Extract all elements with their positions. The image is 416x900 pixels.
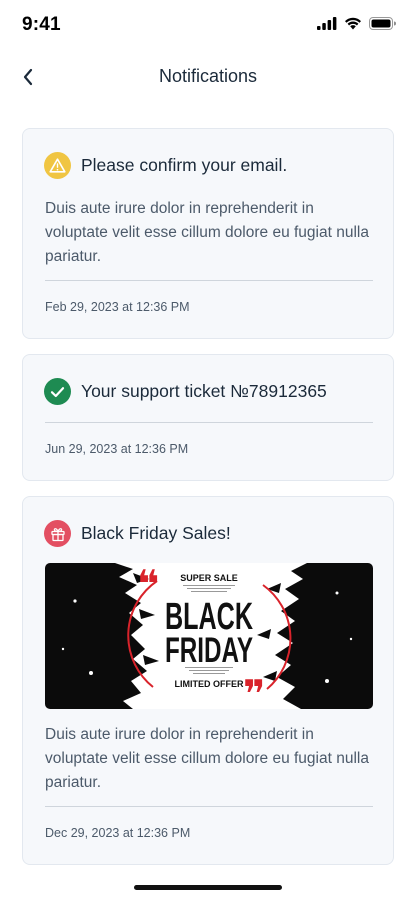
notification-card-black-friday[interactable]: Black Friday Sales! ❝ ❞ SUPER SALE BLACK… <box>22 496 394 865</box>
svg-text:❝: ❝ <box>137 563 159 606</box>
banner-bottom-line: LIMITED OFFER <box>175 679 244 689</box>
wifi-icon <box>345 17 361 30</box>
notification-title: Black Friday Sales! <box>81 523 231 543</box>
status-bar: 9:41 <box>0 0 416 50</box>
notification-header: Black Friday Sales! <box>44 520 231 547</box>
divider <box>45 422 373 423</box>
check-circle-icon <box>44 378 71 405</box>
warning-icon <box>44 152 71 179</box>
gift-icon <box>44 520 71 547</box>
status-icons <box>317 17 396 30</box>
banner-line-2: FRIDAY <box>165 631 253 670</box>
svg-text:❞: ❞ <box>243 672 265 709</box>
notification-timestamp: Feb 29, 2023 at 12:36 PM <box>45 300 190 314</box>
cellular-signal-icon <box>317 17 337 30</box>
notification-title: Please confirm your email. <box>81 155 288 175</box>
notification-body: Duis aute irure dolor in reprehenderit i… <box>45 726 369 791</box>
divider <box>45 806 373 807</box>
notification-card-support-ticket[interactable]: Your support ticket №78912365 Jun 29, 20… <box>22 354 394 481</box>
notification-header: Your support ticket №78912365 <box>44 378 327 405</box>
promo-banner-image[interactable]: ❝ ❞ SUPER SALE BLACK FRIDAY LIMITED OFFE… <box>45 563 373 709</box>
notification-title: Your support ticket №78912365 <box>81 381 327 401</box>
nav-bar: Notifications <box>0 55 416 99</box>
notification-body: Duis aute irure dolor in reprehenderit i… <box>45 200 369 265</box>
divider <box>45 280 373 281</box>
notification-header: Please confirm your email. <box>44 152 287 179</box>
page-title: Notifications <box>158 66 258 86</box>
notification-timestamp: Jun 29, 2023 at 12:36 PM <box>45 442 189 456</box>
notification-timestamp: Dec 29, 2023 at 12:36 PM <box>45 826 191 840</box>
status-time: 9:41 <box>22 14 61 35</box>
home-indicator[interactable] <box>134 885 282 890</box>
battery-icon <box>369 17 396 30</box>
banner-top-line: SUPER SALE <box>180 573 238 583</box>
notification-card-email[interactable]: Please confirm your email. Duis aute iru… <box>22 128 394 339</box>
